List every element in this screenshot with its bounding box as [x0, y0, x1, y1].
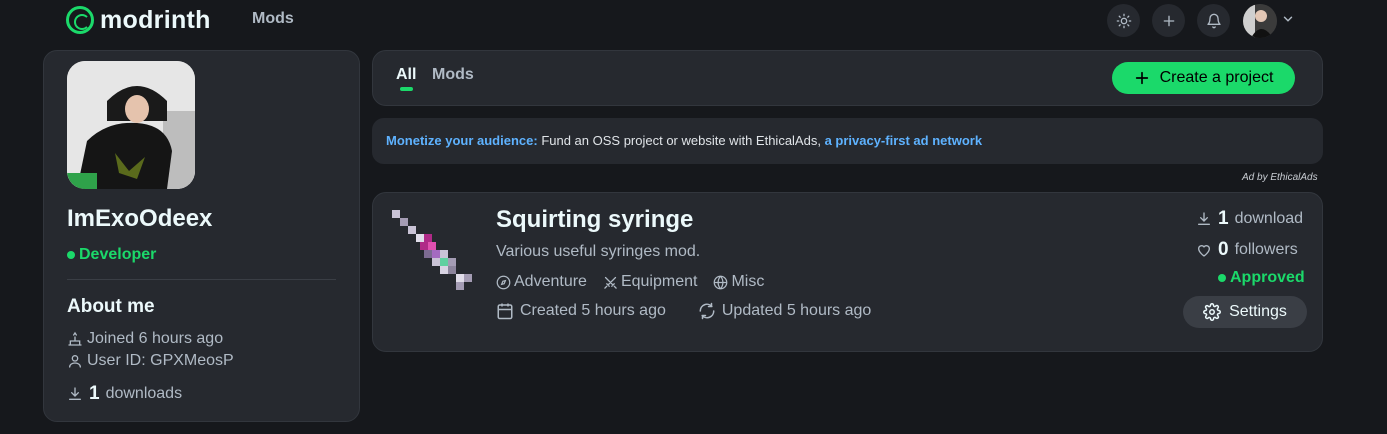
theme-toggle-button[interactable]	[1107, 4, 1140, 37]
updated-date: Updated 5 hours ago	[698, 302, 871, 320]
plus-icon	[1163, 15, 1174, 26]
cake-icon	[68, 331, 82, 346]
notifications-button[interactable]	[1197, 4, 1230, 37]
avatar	[1243, 4, 1277, 38]
tag-equipment: Equipment	[603, 273, 697, 291]
nav-mods-link[interactable]: Mods	[252, 10, 294, 28]
settings-button[interactable]: Settings	[1183, 296, 1307, 328]
ad-body: Fund an OSS project or website with Ethi…	[537, 133, 825, 148]
download-icon	[1198, 212, 1210, 225]
ad-attribution[interactable]: Ad by EthicalAds	[1242, 172, 1318, 183]
status-dot	[67, 251, 75, 259]
bell-icon	[1206, 13, 1221, 28]
download-icon	[69, 387, 81, 400]
ad-text: Monetize your audience: Fund an OSS proj…	[386, 133, 982, 148]
status-label: Approved	[1230, 269, 1305, 286]
downloads-label: downloads	[105, 385, 183, 402]
ad-link[interactable]: a privacy-first ad network	[825, 133, 983, 148]
project-tags: Adventure Equipment Misc	[496, 273, 764, 291]
joined-text: Joined 6 hours ago	[87, 330, 224, 347]
status-badge: Approved	[1218, 269, 1305, 287]
modrinth-logo[interactable]: modrinth	[66, 4, 211, 36]
about-me-heading: About me	[67, 296, 155, 317]
swords-icon	[604, 276, 617, 289]
project-downloads: 1 download	[1196, 208, 1303, 230]
username: ImExoOdeex	[67, 205, 213, 232]
role-label: Developer	[79, 246, 157, 263]
chevron-down-icon[interactable]	[1281, 12, 1295, 26]
user-icon	[69, 355, 81, 368]
profile-downloads: 1 downloads	[67, 383, 182, 405]
create-project-button[interactable]: Create a project	[1112, 62, 1295, 94]
gear-icon	[1203, 303, 1222, 321]
project-icon[interactable]	[392, 210, 480, 298]
logo-text: modrinth	[100, 5, 211, 34]
refresh-icon	[699, 302, 715, 320]
project-followers-label: followers	[1234, 241, 1298, 258]
project-title[interactable]: Squirting syringe	[496, 206, 693, 234]
role-badge: Developer	[67, 246, 156, 264]
settings-label: Settings	[1229, 303, 1287, 320]
heart-icon	[1197, 245, 1211, 257]
profile-picture	[67, 61, 195, 189]
project-downloads-count: 1	[1218, 208, 1229, 229]
compass-icon	[496, 275, 511, 289]
downloads-count: 1	[89, 383, 100, 404]
project-followers-count: 0	[1218, 239, 1229, 260]
user-id-text: User ID: GPXMeosP	[87, 352, 234, 369]
create-button[interactable]	[1152, 4, 1185, 37]
project-followers: 0 followers	[1196, 239, 1298, 261]
tag-adventure: Adventure	[496, 273, 587, 291]
active-tab-indicator	[400, 87, 413, 91]
joined-row: Joined 6 hours ago	[67, 330, 223, 348]
user-id-row[interactable]: User ID: GPXMeosP	[67, 352, 234, 370]
tab-mods[interactable]: Mods	[432, 66, 474, 84]
user-avatar-menu[interactable]	[1243, 4, 1277, 38]
project-downloads-label: download	[1234, 210, 1304, 227]
created-date: Created 5 hours ago	[496, 302, 666, 320]
plus-icon	[1135, 71, 1148, 85]
create-project-label: Create a project	[1159, 69, 1274, 86]
tab-all[interactable]: All	[396, 66, 416, 84]
project-dates: Created 5 hours ago Updated 5 hours ago	[496, 302, 871, 320]
divider	[67, 279, 336, 280]
ad-lead: Monetize your audience:	[386, 133, 538, 148]
project-description: Various useful syringes mod.	[496, 243, 701, 260]
tag-misc: Misc	[713, 273, 764, 291]
modrinth-logo-icon	[66, 6, 94, 34]
globe-icon	[714, 275, 728, 289]
status-dot	[1218, 274, 1226, 282]
calendar-icon	[497, 303, 513, 320]
sun-icon	[1116, 13, 1131, 28]
